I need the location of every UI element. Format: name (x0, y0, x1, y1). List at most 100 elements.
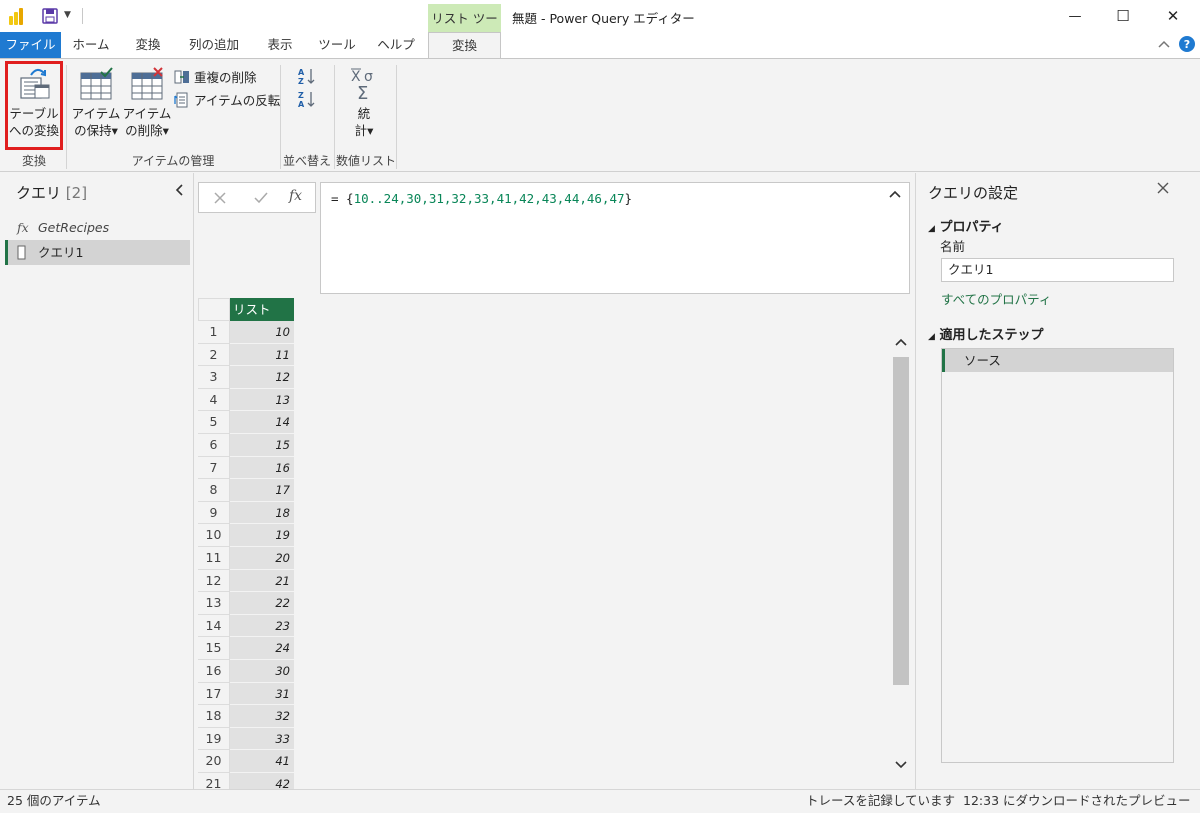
row-value[interactable]: 12 (230, 366, 294, 389)
table-row[interactable]: 18 32 (198, 705, 294, 728)
table-row[interactable]: 11 20 (198, 547, 294, 570)
row-value[interactable]: 13 (230, 388, 294, 412)
close-button[interactable]: ✕ (1150, 0, 1196, 32)
tab-list-transform[interactable]: 変換 (428, 32, 501, 59)
formula-bar[interactable]: = {10..24,30,31,32,33,41,42,43,44,46,47} (320, 182, 910, 294)
row-index[interactable]: 4 (198, 388, 230, 412)
table-row[interactable]: 14 23 (198, 614, 294, 638)
statistics-button[interactable]: X σ Σ 統 計▾ (344, 67, 384, 139)
insert-function-icon[interactable]: fx (289, 188, 302, 204)
row-value[interactable]: 23 (230, 614, 294, 638)
row-value[interactable]: 24 (230, 637, 294, 660)
scrollbar-thumb[interactable] (893, 357, 909, 685)
properties-section[interactable]: ◢ プロパティ (928, 216, 1004, 235)
row-value[interactable]: 22 (230, 592, 294, 615)
minimize-button[interactable]: — (1052, 0, 1098, 32)
tab-tools[interactable]: ツール (309, 32, 365, 58)
table-row[interactable]: 7 16 (198, 456, 294, 480)
tab-home[interactable]: ホーム (63, 32, 119, 58)
row-index[interactable]: 12 (198, 569, 230, 593)
row-value[interactable]: 16 (230, 456, 294, 480)
collapse-ribbon-icon[interactable] (1157, 39, 1171, 49)
table-row[interactable]: 5 14 (198, 411, 294, 434)
table-row[interactable]: 3 12 (198, 366, 294, 389)
row-index[interactable]: 16 (198, 660, 230, 683)
row-index[interactable]: 7 (198, 456, 230, 480)
collapse-formula-icon[interactable] (889, 189, 901, 199)
help-icon[interactable]: ? (1179, 36, 1195, 52)
row-index[interactable]: 3 (198, 366, 230, 389)
row-index[interactable]: 11 (198, 547, 230, 570)
scroll-down-icon[interactable] (894, 760, 908, 770)
tab-transform[interactable]: 変換 (120, 32, 176, 58)
query-item-getrecipes[interactable]: fx GetRecipes (5, 215, 190, 240)
step-item-source[interactable]: ソース (942, 349, 1173, 372)
keep-items-button[interactable]: アイテム の保持▾ (71, 67, 121, 139)
row-index[interactable]: 13 (198, 592, 230, 615)
table-row[interactable]: 9 18 (198, 501, 294, 525)
collapse-pane-icon[interactable] (174, 183, 184, 197)
vertical-scrollbar[interactable] (892, 333, 910, 778)
table-row[interactable]: 17 31 (198, 682, 294, 706)
row-index[interactable]: 2 (198, 343, 230, 367)
row-value[interactable]: 14 (230, 411, 294, 434)
table-row[interactable]: 8 17 (198, 479, 294, 502)
row-index[interactable]: 14 (198, 614, 230, 638)
table-row[interactable]: 16 30 (198, 660, 294, 683)
save-icon[interactable] (42, 8, 58, 24)
row-value[interactable]: 32 (230, 705, 294, 728)
cancel-formula-icon[interactable] (213, 191, 227, 205)
scroll-up-icon[interactable] (894, 337, 908, 347)
table-row[interactable]: 10 19 (198, 524, 294, 547)
row-value[interactable]: 20 (230, 547, 294, 570)
table-row[interactable]: 12 21 (198, 569, 294, 593)
row-value[interactable]: 33 (230, 727, 294, 751)
maximize-button[interactable]: ☐ (1100, 0, 1146, 32)
row-value[interactable]: 21 (230, 569, 294, 593)
row-index[interactable]: 6 (198, 434, 230, 457)
row-value[interactable]: 19 (230, 524, 294, 547)
query-name-input[interactable]: クエリ1 (941, 258, 1174, 282)
query-item-query1[interactable]: クエリ1 (5, 240, 190, 265)
table-row[interactable]: 15 24 (198, 637, 294, 660)
table-row[interactable]: 2 11 (198, 343, 294, 367)
table-row[interactable]: 4 13 (198, 388, 294, 412)
row-index[interactable]: 8 (198, 479, 230, 502)
row-value[interactable]: 17 (230, 479, 294, 502)
tab-add-column[interactable]: 列の追加 (178, 32, 250, 58)
table-row[interactable]: 13 22 (198, 592, 294, 615)
applied-steps-section[interactable]: ◢ 適用したステップ (928, 324, 1043, 343)
row-index[interactable]: 5 (198, 411, 230, 434)
tab-file[interactable]: ファイル (0, 32, 61, 58)
row-index[interactable]: 17 (198, 682, 230, 706)
row-index[interactable]: 19 (198, 727, 230, 751)
table-row[interactable]: 20 41 (198, 750, 294, 773)
row-value[interactable]: 31 (230, 682, 294, 706)
row-value[interactable]: 30 (230, 660, 294, 683)
row-value[interactable]: 41 (230, 750, 294, 773)
tab-help[interactable]: ヘルプ (366, 32, 426, 58)
sort-descending-icon[interactable]: Z A (298, 90, 316, 108)
row-index[interactable]: 20 (198, 750, 230, 773)
table-row[interactable]: 6 15 (198, 434, 294, 457)
row-value[interactable]: 11 (230, 343, 294, 367)
row-value[interactable]: 10 (230, 321, 294, 344)
row-index[interactable]: 18 (198, 705, 230, 728)
all-properties-link[interactable]: すべてのプロパティ (941, 289, 1051, 308)
sort-ascending-icon[interactable]: A Z (298, 67, 316, 85)
row-index[interactable]: 10 (198, 524, 230, 547)
close-settings-icon[interactable] (1156, 181, 1170, 195)
commit-formula-icon[interactable] (254, 191, 268, 205)
table-row[interactable]: 19 33 (198, 727, 294, 751)
grid-corner[interactable] (198, 298, 230, 321)
row-index[interactable]: 1 (198, 321, 230, 344)
remove-items-button[interactable]: アイテム の削除▾ (122, 67, 172, 139)
table-row[interactable]: 1 10 (198, 321, 294, 344)
tab-view[interactable]: 表示 (252, 32, 308, 58)
row-index[interactable]: 15 (198, 637, 230, 660)
row-index[interactable]: 9 (198, 501, 230, 525)
quick-access-dropdown-icon[interactable]: ▼ (64, 10, 71, 20)
row-value[interactable]: 15 (230, 434, 294, 457)
row-value[interactable]: 18 (230, 501, 294, 525)
reverse-items-button[interactable]: アイテムの反転 (174, 90, 280, 109)
